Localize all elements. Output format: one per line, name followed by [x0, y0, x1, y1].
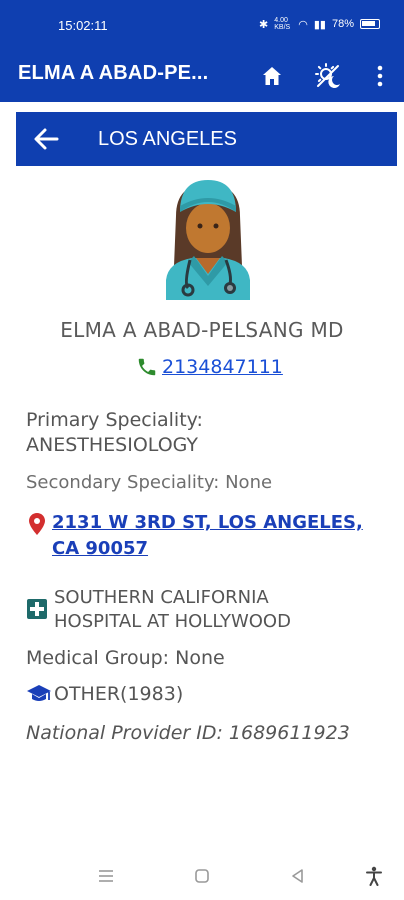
theme-toggle-button[interactable]	[312, 60, 344, 92]
back-arrow-icon	[34, 128, 59, 150]
theme-toggle-icon	[315, 63, 340, 88]
accessibility-button[interactable]	[362, 864, 386, 888]
accessibility-icon	[366, 866, 382, 886]
doctor-name: ELMA A ABAD-PELSANG MD	[60, 318, 344, 342]
hospital-line2: HOSPITAL AT HOLLYWOOD	[54, 611, 291, 632]
status-time: 15:02:11	[58, 18, 108, 33]
medical-group: Medical Group: None	[26, 647, 225, 669]
hospital-row: SOUTHERN CALIFORNIA HOSPITAL AT HOLLYWOO…	[26, 586, 291, 634]
back-button[interactable]	[30, 123, 62, 155]
phone-link[interactable]: 2134847111	[162, 356, 283, 378]
phone-icon	[138, 358, 156, 376]
recents-icon	[99, 870, 113, 882]
back-triangle-icon	[292, 869, 303, 883]
secondary-speciality: Secondary Speciality: None	[26, 472, 273, 493]
hospital-icon	[27, 599, 47, 619]
address-link[interactable]: 2131 W 3RD ST, LOS ANGELES, CA 90057	[52, 510, 363, 562]
battery-icon	[360, 19, 380, 29]
home-nav-button[interactable]	[190, 864, 214, 888]
education-text: OTHER(1983)	[54, 683, 184, 705]
recents-button[interactable]	[94, 864, 118, 888]
network-speed: 4.00 KB/S	[274, 17, 291, 31]
phone-row: 2134847111	[136, 356, 283, 378]
location-title: LOS ANGELES	[98, 128, 237, 150]
app-title: ELMA A ABAD-PE...	[18, 62, 209, 84]
address-line2[interactable]: CA 90057	[52, 536, 363, 562]
address-line1[interactable]: 2131 W 3RD ST, LOS ANGELES,	[52, 510, 363, 536]
back-nav-button[interactable]	[286, 864, 310, 888]
graduation-cap-icon	[27, 685, 51, 701]
bluetooth-icon: ✱	[259, 18, 269, 31]
app-bar: ELMA A ABAD-PE...	[0, 52, 404, 102]
status-bar: 15:02:11 ✱ 4.00 KB/S ◠ ▮▮ 78%	[0, 0, 404, 52]
location-pin-icon	[29, 513, 45, 535]
doctor-avatar-icon	[166, 180, 250, 300]
status-icons: ✱ 4.00 KB/S ◠ ▮▮ 78%	[259, 17, 380, 31]
home-square-icon	[195, 869, 209, 883]
hospital-line1: SOUTHERN CALIFORNIA	[54, 587, 269, 608]
more-vert-icon	[377, 65, 383, 87]
home-icon	[263, 67, 281, 85]
signal-icon: ▮▮	[313, 18, 326, 31]
system-nav-bar	[0, 852, 404, 900]
primary-speciality-label: Primary Speciality:	[26, 409, 203, 431]
wifi-icon: ◠	[298, 18, 308, 31]
battery-percent: 78%	[331, 18, 354, 30]
primary-speciality: Primary Speciality: ANESTHESIOLOGY	[26, 408, 203, 458]
primary-speciality-value: ANESTHESIOLOGY	[26, 434, 199, 456]
address-row: 2131 W 3RD ST, LOS ANGELES, CA 90057	[28, 510, 363, 562]
location-header: LOS ANGELES	[16, 112, 397, 166]
education-row: OTHER(1983)	[26, 683, 183, 705]
npi-text: National Provider ID: 1689611923	[26, 722, 350, 744]
home-button[interactable]	[256, 60, 288, 92]
more-options-button[interactable]	[364, 60, 396, 92]
